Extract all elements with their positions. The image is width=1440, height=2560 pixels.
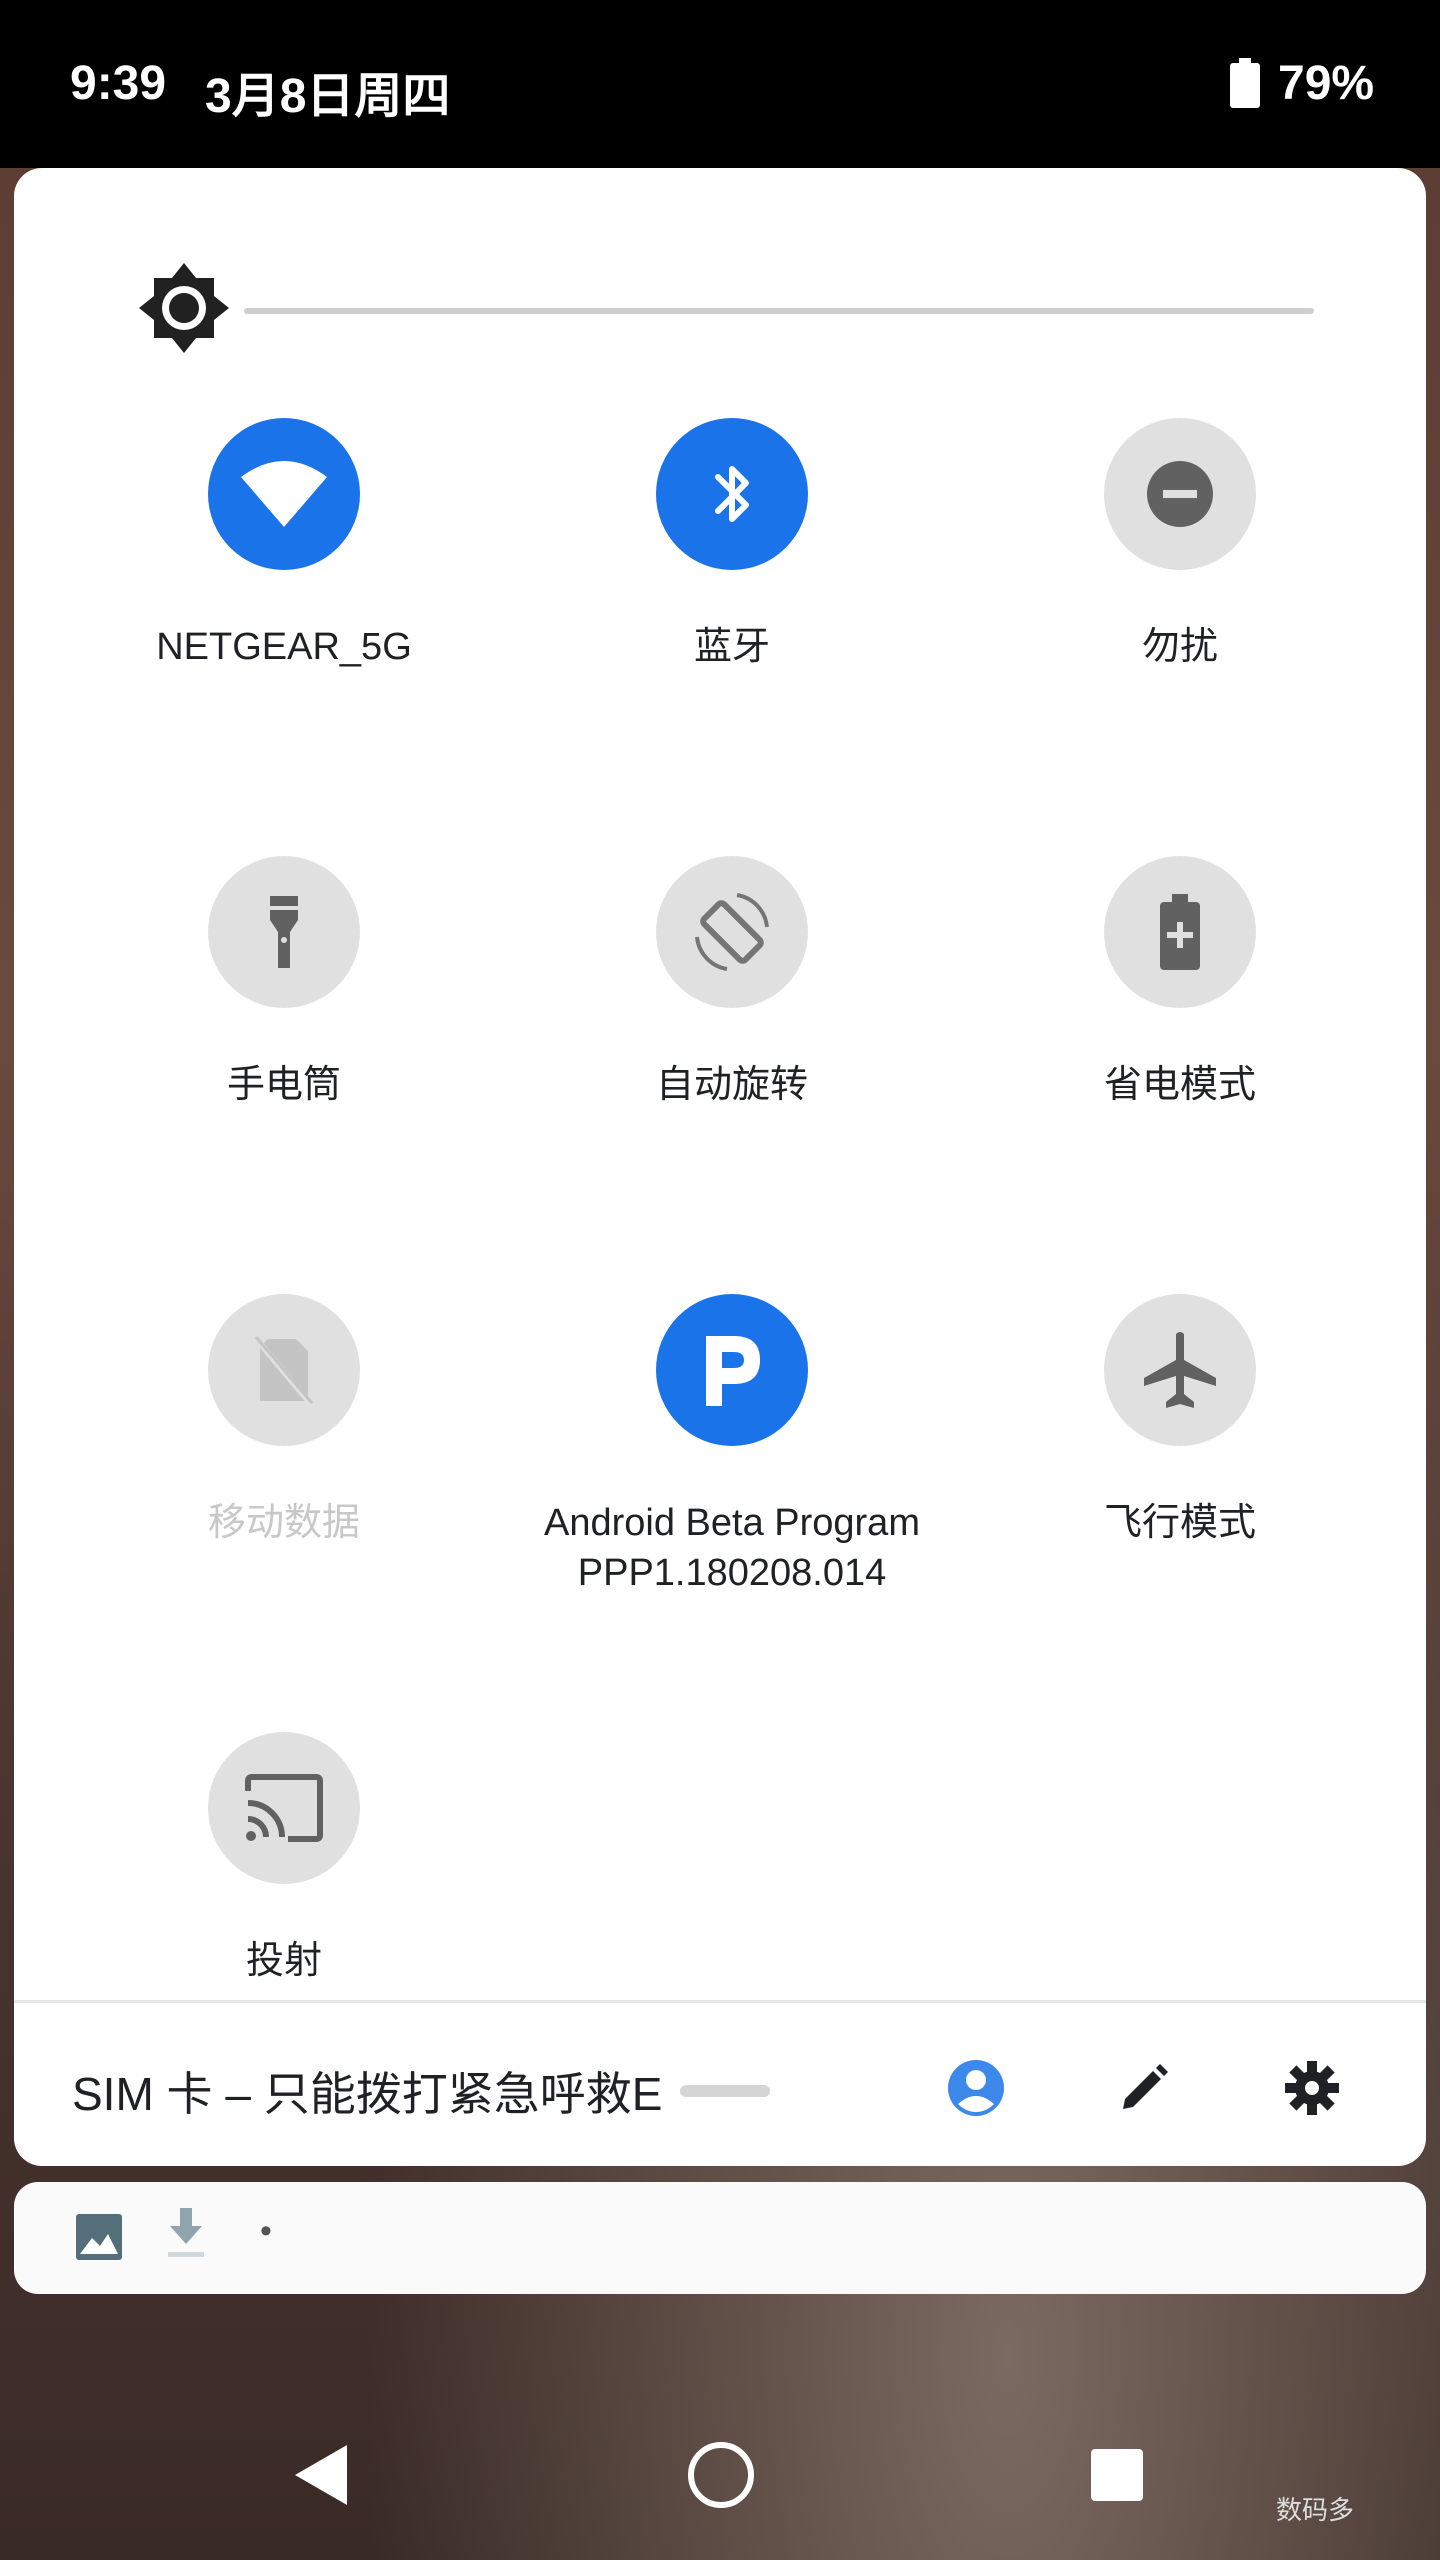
wifi-icon (241, 461, 327, 527)
pencil-icon (1123, 2064, 1168, 2109)
tile-cast-label: 投射 (245, 1940, 322, 1982)
image-icon (76, 2214, 122, 2260)
tile-mobile-data-label: 移动数据 (207, 1502, 360, 1544)
brightness-slider[interactable] (134, 218, 1334, 353)
recents-icon (1091, 2449, 1143, 2501)
tile-wifi-toggle[interactable] (208, 418, 360, 570)
beta-program-icon (706, 1336, 760, 1406)
recents-button[interactable] (1072, 2430, 1162, 2520)
cast-icon (245, 1774, 323, 1842)
notification-dot: • (260, 2212, 272, 2250)
tile-mobile-data-toggle[interactable] (208, 1294, 360, 1446)
tile-bluetooth[interactable]: 蓝牙 (508, 418, 956, 672)
account-icon (948, 2060, 1004, 2116)
tile-android-beta[interactable]: Android Beta Program PPP1.180208.014 (508, 1294, 956, 1598)
tile-battery-saver-toggle[interactable] (1104, 856, 1256, 1008)
settings-button[interactable] (1272, 2048, 1352, 2128)
status-date: 3月8日周四 (205, 70, 451, 123)
tile-android-beta-label: Android Beta Program (544, 1502, 920, 1544)
flashlight-icon (270, 896, 298, 968)
battery-icon (1230, 58, 1260, 108)
quick-settings-panel: NETGEAR_5G 蓝牙 勿扰 手电筒 自动旋转 省电模式 移动数据 Andr… (14, 168, 1426, 2166)
edit-button[interactable] (1104, 2048, 1184, 2128)
battery-saver-icon (1160, 894, 1200, 970)
tile-battery-saver[interactable]: 省电模式 (956, 856, 1404, 1110)
tile-auto-rotate[interactable]: 自动旋转 (508, 856, 956, 1110)
tile-bluetooth-label: 蓝牙 (693, 626, 770, 668)
tile-airplane-toggle[interactable] (1104, 1294, 1256, 1446)
tile-do-not-disturb[interactable]: 勿扰 (956, 418, 1404, 672)
tile-cast[interactable]: 投射 (60, 1732, 508, 1986)
status-time: 9:39 (70, 57, 167, 110)
carrier-text: SIM 卡 – 只能拨打紧急呼救E (72, 2068, 663, 2120)
tile-wifi[interactable]: NETGEAR_5G (60, 418, 508, 672)
tile-airplane-mode[interactable]: 飞行模式 (956, 1294, 1404, 1548)
tile-auto-rotate-label: 自动旋转 (655, 1064, 808, 1106)
auto-rotate-icon (695, 893, 769, 971)
status-bar: 9:39 3月8日周四 79% (0, 0, 1440, 168)
no-sim-icon (254, 1336, 314, 1405)
home-icon (688, 2442, 754, 2508)
brightness-track[interactable] (244, 308, 1314, 314)
tile-bluetooth-toggle[interactable] (656, 418, 808, 570)
tile-wifi-label: NETGEAR_5G (156, 626, 412, 668)
tile-battery-saver-label: 省电模式 (1103, 1064, 1256, 1106)
tile-android-beta-sublabel: PPP1.180208.014 (577, 1552, 887, 1594)
download-icon (168, 2208, 204, 2257)
tile-auto-rotate-toggle[interactable] (656, 856, 808, 1008)
navigation-bar (0, 2400, 1440, 2560)
drag-handle[interactable] (680, 2085, 770, 2097)
bluetooth-icon (715, 466, 749, 522)
tile-flashlight[interactable]: 手电筒 (60, 856, 508, 1110)
home-button[interactable] (676, 2430, 766, 2520)
tile-cast-toggle[interactable] (208, 1732, 360, 1884)
airplane-icon (1144, 1332, 1216, 1408)
tile-dnd-toggle[interactable] (1104, 418, 1256, 570)
back-button[interactable] (276, 2430, 366, 2520)
tile-flashlight-label: 手电筒 (226, 1064, 341, 1106)
tile-mobile-data[interactable]: 移动数据 (60, 1294, 508, 1548)
tile-flashlight-toggle[interactable] (208, 856, 360, 1008)
footer-divider (14, 2000, 1426, 2003)
user-switch-button[interactable] (936, 2048, 1016, 2128)
notification-strip[interactable]: • (14, 2182, 1426, 2294)
back-icon (295, 2445, 347, 2505)
tile-dnd-label: 勿扰 (1141, 626, 1218, 668)
brightness-icon (139, 263, 229, 353)
tile-android-beta-toggle[interactable] (656, 1294, 808, 1446)
do-not-disturb-icon (1147, 461, 1213, 527)
battery-percentage: 79% (1278, 57, 1375, 110)
tile-airplane-label: 飞行模式 (1103, 1502, 1256, 1544)
gear-icon (1285, 2061, 1339, 2115)
watermark: 数码多 (1276, 2495, 1355, 2525)
